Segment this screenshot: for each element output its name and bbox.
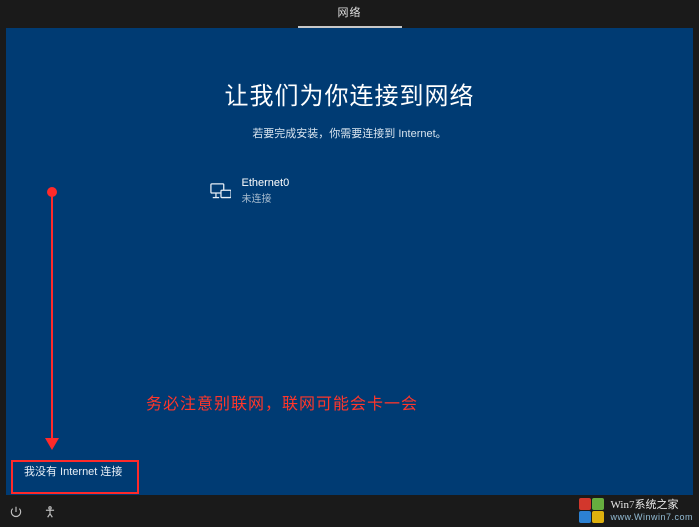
network-list: Ethernet0 未连接 bbox=[210, 173, 490, 209]
annotation-arrow bbox=[51, 193, 53, 448]
network-status: 未连接 bbox=[242, 190, 290, 205]
ethernet-icon bbox=[210, 182, 232, 200]
no-internet-button[interactable]: 我没有 Internet 连接 bbox=[12, 455, 134, 487]
window-root: 网络 让我们为你连接到网络 若要完成安装，你需要连接到 Internet。 Et… bbox=[0, 0, 699, 527]
network-name: Ethernet0 bbox=[242, 177, 290, 189]
accessibility-icon[interactable] bbox=[42, 504, 58, 520]
power-icon[interactable] bbox=[8, 504, 24, 520]
top-bar: 网络 bbox=[0, 0, 699, 28]
page-title: 让我们为你连接到网络 bbox=[6, 76, 693, 111]
skip-row: 我没有 Internet 连接 bbox=[12, 455, 134, 487]
bottom-bar bbox=[0, 497, 699, 527]
tab-network[interactable]: 网络 bbox=[298, 0, 402, 28]
oobe-stage: 让我们为你连接到网络 若要完成安装，你需要连接到 Internet。 Ether… bbox=[6, 28, 693, 495]
annotation-text: 务必注意别联网，联网可能会卡一会 bbox=[146, 390, 418, 414]
page-subtitle: 若要完成安装，你需要连接到 Internet。 bbox=[6, 125, 693, 141]
network-item-ethernet[interactable]: Ethernet0 未连接 bbox=[210, 173, 490, 209]
